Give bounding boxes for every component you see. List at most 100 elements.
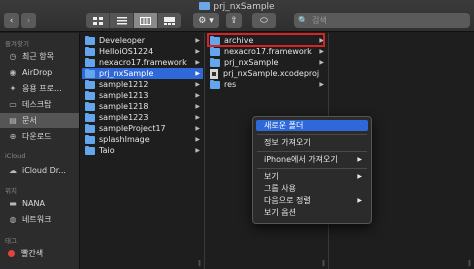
action-menu-button[interactable]: ⚙ ▾ [193, 13, 219, 28]
sidebar-item-documents[interactable]: ▤ 문서 [0, 113, 79, 128]
submenu-arrow-icon: ▶ [357, 197, 362, 204]
gallery-view-button[interactable] [158, 13, 181, 28]
chevron-right-icon: ▶ [195, 147, 200, 154]
item-name: HelloiOS1224 [99, 47, 154, 56]
item-name: sampleProject17 [99, 124, 166, 133]
download-icon: ⊕ [9, 132, 17, 141]
column-resize-handle[interactable]: ‖ [198, 260, 201, 267]
chevron-right-icon: ▶ [195, 59, 200, 66]
gear-icon: ⚙ ▾ [198, 15, 214, 26]
menu-item-import-from-iphone[interactable]: iPhone에서 가져오기 ▶ [256, 154, 368, 165]
sidebar-item-label: 최근 항목 [22, 52, 54, 61]
folder-icon [210, 79, 220, 89]
search-input[interactable] [311, 16, 462, 25]
folder-icon [85, 35, 95, 45]
sidebar-item-network[interactable]: ◍ 네트워크 [0, 212, 79, 227]
column-resize-handle[interactable]: ‖ [322, 260, 325, 267]
list-item[interactable]: res ▶ [207, 79, 327, 90]
menu-item-sort-by[interactable]: 다음으로 정렬 ▶ [256, 195, 368, 206]
menu-item-view[interactable]: 보기 ▶ [256, 171, 368, 182]
folder-icon [85, 145, 95, 155]
forward-button[interactable]: › [21, 13, 36, 28]
column-resize-handle[interactable]: ‖ [468, 260, 471, 267]
gallery-view-icon [164, 16, 175, 25]
sidebar-item-label: NANA [22, 199, 45, 208]
back-button[interactable]: ‹ [4, 13, 19, 28]
item-name: sample1212 [99, 80, 149, 89]
sidebar-item-applications[interactable]: ✦ 응용 프로... [0, 81, 79, 96]
list-item[interactable]: Taio ▶ [82, 145, 203, 156]
folder-icon [85, 79, 95, 89]
menu-item-label: 보기 [264, 172, 279, 181]
list-item[interactable]: nexacro17.framework ▶ [82, 57, 203, 68]
search-field[interactable]: 🔍 [294, 13, 470, 28]
list-item[interactable]: sample1212 ▶ [82, 79, 203, 90]
folder-icon [199, 2, 211, 10]
sidebar-item-icloud-drive[interactable]: ☁ iCloud Dr... [0, 163, 79, 178]
submenu-arrow-icon: ▶ [357, 173, 362, 180]
sidebar-item-label: 응용 프로... [22, 84, 62, 93]
folder-icon [85, 101, 95, 111]
sidebar-item-label: 데스크탑 [22, 100, 52, 109]
chevron-left-icon: ‹ [9, 15, 14, 26]
archive-highlight-box [207, 33, 325, 47]
column-view-button[interactable] [134, 13, 158, 28]
list-item[interactable]: splashImage ▶ [82, 134, 203, 145]
icon-view-button[interactable] [86, 13, 110, 28]
menu-item-use-groups[interactable]: 그룹 사용 [256, 183, 368, 194]
folder-icon [85, 134, 95, 144]
list-item-selected[interactable]: prj_nxSample ▶ [82, 68, 203, 79]
column-documents: Develeoper ▶ HelloiOS1224 ▶ nexacro17.fram… [81, 33, 205, 269]
tags-header: 태그 [5, 237, 17, 245]
context-menu: 새로운 폴더 정보 가져오기 iPhone에서 가져오기 ▶ 보기 ▶ 그룹 사용 … [252, 116, 372, 224]
sidebar-item-label: iCloud Dr... [22, 166, 66, 175]
folder-icon [210, 57, 220, 67]
red-tag-icon [8, 250, 15, 257]
chevron-right-icon: › [26, 15, 31, 26]
sidebar-item-tag-red[interactable]: 빨간색 [0, 246, 79, 261]
chevron-right-icon: ▶ [319, 48, 324, 55]
list-item[interactable]: sample1218 ▶ [82, 101, 203, 112]
sidebar-item-recents[interactable]: ◷ 최근 항목 [0, 49, 79, 64]
list-item[interactable]: nexacro17.framework ▶ [207, 46, 327, 57]
list-item[interactable]: sample1213 ▶ [82, 90, 203, 101]
locations-header: 위치 [5, 187, 17, 195]
chevron-right-icon: ▶ [195, 70, 200, 77]
tag-button[interactable]: ⬭ [252, 13, 276, 28]
menu-item-get-info[interactable]: 정보 가져오기 [256, 137, 368, 148]
cloud-icon: ☁ [9, 166, 17, 175]
chevron-right-icon: ▶ [195, 125, 200, 132]
share-button[interactable]: ⇪ [226, 13, 242, 28]
list-item[interactable]: prj_nxSample.xcodeproj [207, 68, 327, 79]
chevron-right-icon: ▶ [195, 103, 200, 110]
list-view-icon [116, 16, 127, 24]
folder-icon [85, 46, 95, 56]
folder-icon [85, 57, 95, 67]
folder-icon [210, 46, 220, 56]
list-item[interactable]: prj_nxSample ▶ [207, 57, 327, 68]
list-item[interactable]: HelloiOS1224 ▶ [82, 46, 203, 57]
menu-item-label: 정보 가져오기 [264, 138, 311, 147]
sidebar-item-desktop[interactable]: ▭ 데스크탑 [0, 97, 79, 112]
network-icon: ◍ [9, 215, 17, 224]
sidebar-item-downloads[interactable]: ⊕ 다운로드 [0, 129, 79, 144]
submenu-arrow-icon: ▶ [357, 156, 362, 163]
list-view-button[interactable] [110, 13, 134, 28]
sidebar-item-airdrop[interactable]: ◉ AirDrop [0, 65, 79, 80]
item-name: sample1223 [99, 113, 149, 122]
desktop-icon: ▭ [9, 100, 17, 109]
icloud-header: iCloud [5, 152, 26, 160]
sidebar-item-label: 다운로드 [22, 132, 52, 141]
menu-item-label: 새로운 폴더 [264, 121, 304, 130]
sidebar-item-nana[interactable]: ▬ NANA [0, 196, 79, 211]
menu-item-new-folder[interactable]: 새로운 폴더 [256, 120, 368, 131]
menu-item-label: 다음으로 정렬 [264, 196, 311, 205]
list-item[interactable]: Develeoper ▶ [82, 35, 203, 46]
menu-item-view-options[interactable]: 보기 옵션 [256, 207, 368, 218]
list-item[interactable]: sampleProject17 ▶ [82, 123, 203, 134]
chevron-right-icon: ▶ [195, 81, 200, 88]
list-item[interactable]: sample1223 ▶ [82, 112, 203, 123]
computer-icon: ▬ [9, 199, 17, 208]
airdrop-icon: ◉ [9, 68, 17, 77]
item-name: sample1213 [99, 91, 149, 100]
